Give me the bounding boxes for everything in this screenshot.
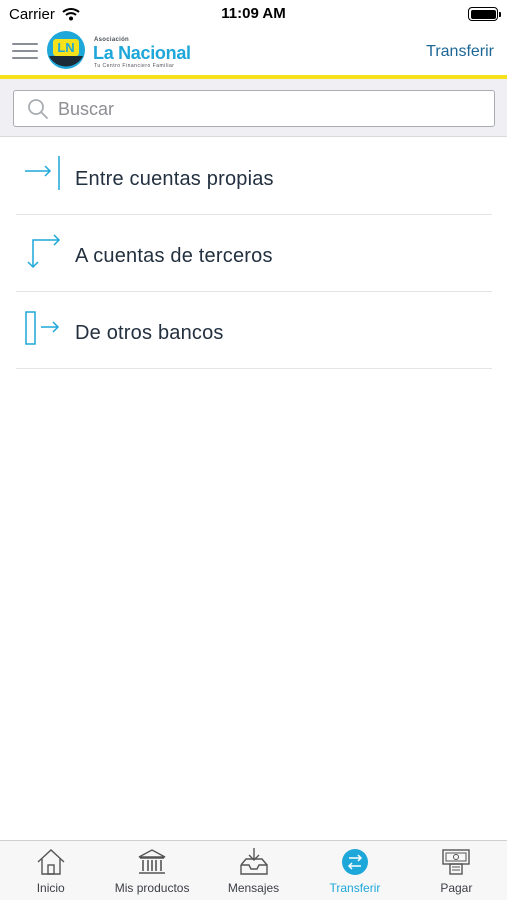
status-bar: Carrier 11:09 AM	[0, 0, 507, 28]
corner-arrows-icon	[27, 234, 61, 269]
transfer-options-list: Entre cuentas propias A cuentas de terce…	[16, 138, 492, 369]
transfer-icon	[341, 849, 368, 875]
tab-mensajes[interactable]: Mensajes	[203, 841, 304, 900]
tab-label: Mis productos	[114, 881, 190, 895]
logo-badge-text: LN	[57, 40, 74, 55]
search-icon	[28, 99, 48, 119]
logo-badge-icon: LN	[47, 31, 85, 69]
tab-mis-productos[interactable]: Mis productos	[101, 841, 202, 900]
tab-label: Transferir	[329, 881, 381, 895]
list-item-label: A cuentas de terceros	[75, 245, 273, 267]
logo-tagline: Tu Centro Financiero Familiar	[94, 63, 175, 69]
bottom-tab-bar: Inicio Mis productos Mensajes Transferir…	[0, 840, 507, 900]
menu-line	[12, 43, 38, 45]
pay-icon	[442, 849, 471, 875]
tab-inicio[interactable]: Inicio	[0, 841, 101, 900]
app-header: LN Asociación La Nacional Tu Centro Fina…	[0, 28, 507, 76]
bank-icon	[138, 849, 166, 874]
tab-pagar[interactable]: Pagar	[406, 841, 507, 900]
hamburger-menu-button[interactable]	[12, 41, 38, 61]
tab-label: Mensajes	[227, 881, 280, 895]
tab-label: Inicio	[36, 881, 65, 895]
status-time: 11:09 AM	[221, 5, 286, 22]
list-item-de-otros-bancos[interactable]: De otros bancos	[16, 292, 492, 369]
menu-line	[12, 50, 38, 52]
menu-line	[12, 57, 38, 59]
la-nacional-logo: LN Asociación La Nacional Tu Centro Fina…	[46, 30, 206, 72]
inbox-icon	[239, 848, 268, 875]
list-item-label: De otros bancos	[75, 322, 224, 344]
logo-title: La Nacional	[93, 43, 191, 63]
list-item-label: Entre cuentas propias	[75, 168, 274, 190]
search-box[interactable]	[13, 90, 495, 127]
arrow-right-bar-icon	[25, 156, 60, 190]
battery-icon	[468, 7, 501, 21]
bank-transfer-icon	[25, 311, 60, 345]
tab-label: Pagar	[440, 881, 473, 895]
search-input[interactable]	[58, 96, 478, 122]
list-item-a-cuentas-de-terceros[interactable]: A cuentas de terceros	[16, 215, 492, 292]
page-title: Transferir	[426, 43, 494, 60]
search-bar-area	[0, 79, 507, 137]
list-item-entre-cuentas-propias[interactable]: Entre cuentas propias	[16, 138, 492, 215]
home-icon	[37, 849, 65, 875]
tab-transferir[interactable]: Transferir	[304, 841, 405, 900]
